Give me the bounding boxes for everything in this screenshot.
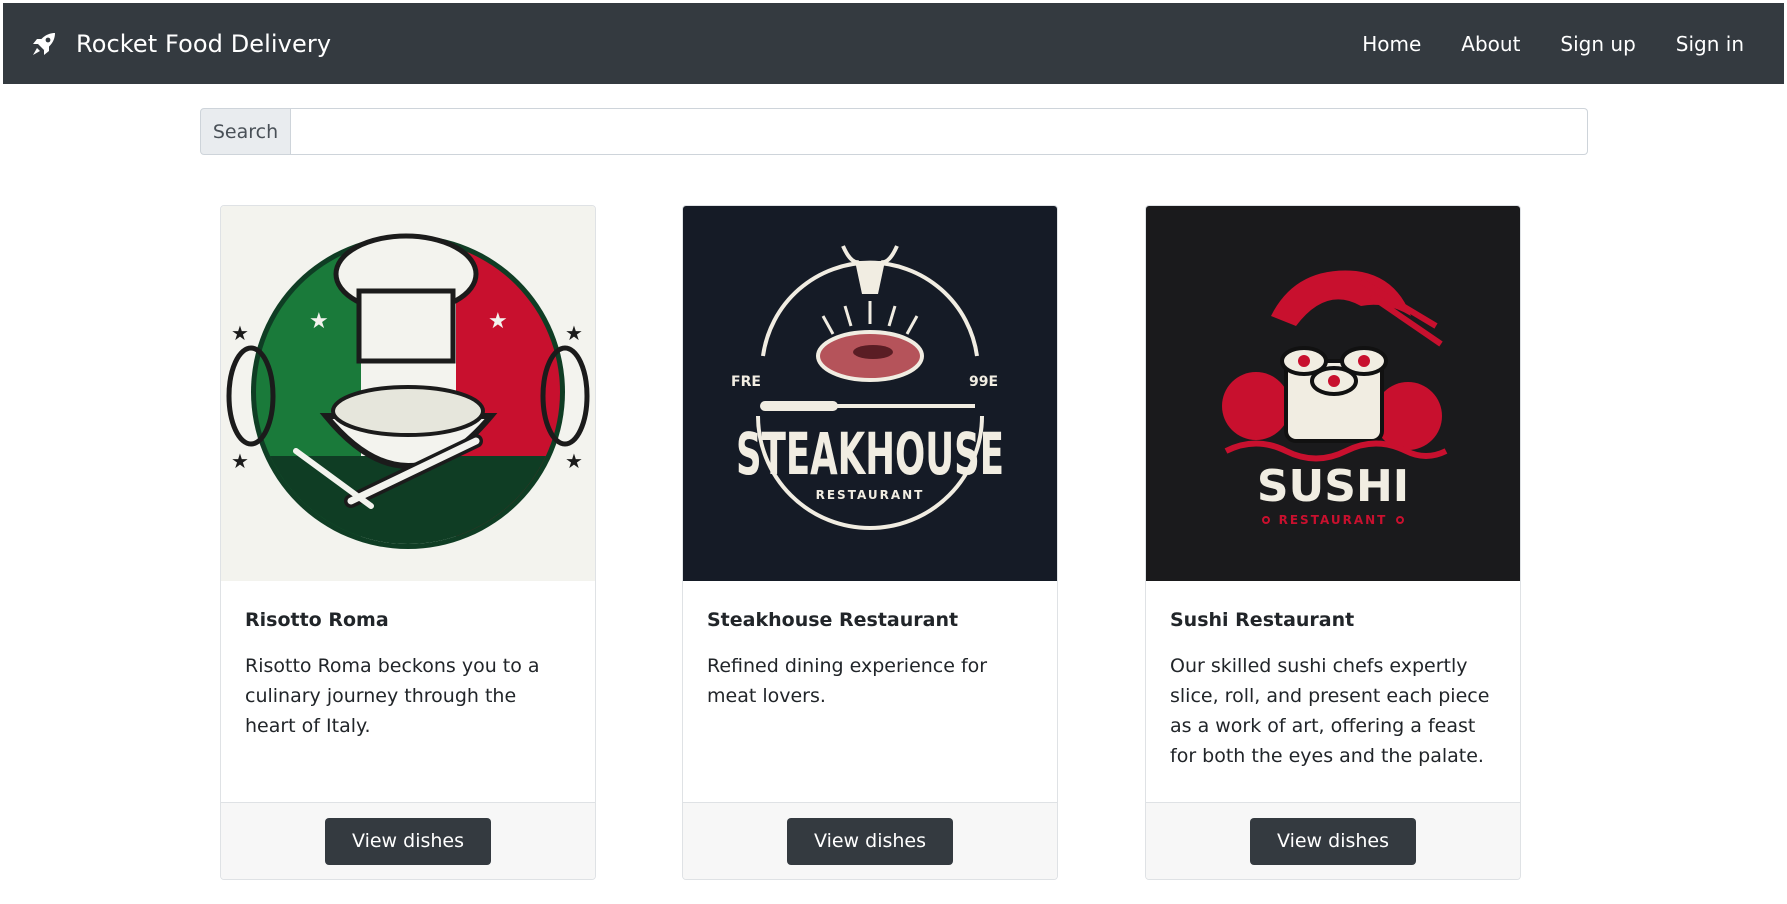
restaurant-card-steakhouse: FRE 99E STEAKHOUSE RESTAURANT Steakhouse… [682, 205, 1058, 880]
svg-text:★: ★ [231, 321, 249, 345]
card-body: Steakhouse Restaurant Refined dining exp… [683, 581, 1057, 806]
sushi-logo-main-text: SUSHI [1257, 461, 1409, 512]
card-description: Risotto Roma beckons you to a culinary j… [245, 655, 540, 737]
brand-name: Rocket Food Delivery [76, 29, 332, 58]
card-footer: View dishes [683, 802, 1057, 879]
nav-links: Home About Sign up Sign in [1362, 32, 1744, 56]
search-input[interactable] [291, 108, 1588, 155]
sushi-logo: SUSHI RESTAURANT [1146, 206, 1520, 581]
steak-logo-left-text: FRE [731, 374, 761, 390]
svg-text:★: ★ [309, 309, 329, 334]
search-group: Search [200, 108, 1588, 155]
sushi-logo-image: SUSHI RESTAURANT [1146, 206, 1520, 581]
restaurant-card-sushi: SUSHI RESTAURANT Sushi Restaurant Our sk… [1145, 205, 1521, 880]
card-description: Refined dining experience for meat lover… [707, 655, 988, 707]
nav-sign-up[interactable]: Sign up [1560, 32, 1635, 56]
card-title: Risotto Roma [245, 609, 389, 631]
search-label: Search [200, 108, 291, 155]
risotto-roma-logo: ★ ★ ★ ★ ★ ★ [221, 206, 595, 581]
sushi-logo-sub-text: RESTAURANT [1279, 513, 1388, 527]
steak-logo-sub-text: RESTAURANT [816, 488, 925, 502]
risotto-logo-image: ★ ★ ★ ★ ★ ★ [221, 206, 595, 581]
steakhouse-logo-image: FRE 99E STEAKHOUSE RESTAURANT [683, 206, 1057, 581]
svg-text:★: ★ [565, 449, 583, 473]
nav-about[interactable]: About [1461, 32, 1520, 56]
nav-sign-in[interactable]: Sign in [1676, 32, 1744, 56]
rocket-icon [33, 32, 55, 55]
card-footer: View dishes [221, 802, 595, 879]
view-dishes-button[interactable]: View dishes [787, 817, 953, 865]
restaurant-card-risotto-roma: ★ ★ ★ ★ ★ ★ Risotto Roma Risotto Roma be… [220, 205, 596, 880]
view-dishes-button[interactable]: View dishes [325, 817, 491, 865]
svg-text:★: ★ [231, 449, 249, 473]
card-body: Risotto Roma Risotto Roma beckons you to… [221, 581, 595, 806]
navbar: Rocket Food Delivery Home About Sign up … [3, 3, 1784, 84]
svg-text:★: ★ [488, 309, 508, 334]
view-dishes-button[interactable]: View dishes [1250, 817, 1416, 865]
steakhouse-logo: FRE 99E STEAKHOUSE RESTAURANT [683, 206, 1057, 581]
steak-logo-main-text: STEAKHOUSE [736, 420, 1004, 488]
card-title: Sushi Restaurant [1170, 609, 1355, 631]
steak-logo-right-text: 99E [969, 374, 998, 390]
svg-text:★: ★ [565, 321, 583, 345]
nav-home[interactable]: Home [1362, 32, 1421, 56]
card-title: Steakhouse Restaurant [707, 609, 959, 631]
card-description: Our skilled sushi chefs expertly slice, … [1170, 655, 1490, 767]
brand[interactable]: Rocket Food Delivery [29, 29, 331, 59]
card-body: Sushi Restaurant Our skilled sushi chefs… [1146, 581, 1520, 806]
card-footer: View dishes [1146, 802, 1520, 879]
